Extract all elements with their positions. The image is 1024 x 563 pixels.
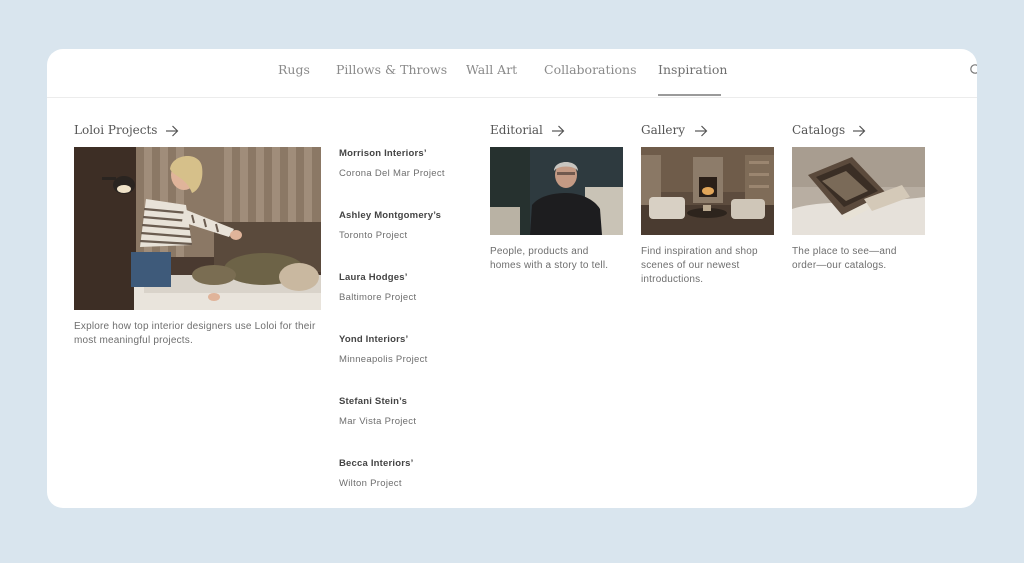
project-designer: Yond Interiors’ [339,334,409,345]
editorial-description: People, products and homes with a story … [490,246,609,271]
nav-item-wall-art[interactable]: Wall Art [466,62,517,77]
editorial-title[interactable]: Editorial [490,123,543,137]
nav-item-pillows-throws[interactable]: Pillows & Throws [336,62,447,77]
gallery-photo[interactable] [641,147,774,235]
active-tab-indicator [658,94,721,96]
loloi-projects-title[interactable]: Loloi Projects [74,123,157,137]
gallery-description: Find inspiration and shop scenes of our … [641,246,758,285]
project-link[interactable]: Baltimore Project [339,292,416,303]
project-designer: Laura Hodges’ [339,272,408,283]
nav-item-collaborations[interactable]: Collaborations [544,62,637,77]
catalogs-description: The place to see—and order—our catalogs. [792,246,897,271]
project-designer: Morrison Interiors’ [339,148,427,159]
project-designer: Becca Interiors’ [339,458,414,469]
catalogs-title[interactable]: Catalogs [792,123,845,137]
nav-item-inspiration[interactable]: Inspiration [658,62,727,77]
loloi-projects-photo[interactable] [74,147,321,310]
catalogs-photo[interactable] [792,147,925,235]
arrow-right-icon[interactable] [852,125,866,137]
arrow-right-icon[interactable] [694,125,708,137]
editorial-photo[interactable] [490,147,623,235]
nav-item-rugs[interactable]: Rugs [278,62,310,77]
project-link[interactable]: Wilton Project [339,478,402,489]
project-designer: Stefani Stein’s [339,396,408,407]
project-link[interactable]: Mar Vista Project [339,416,416,427]
gallery-title[interactable]: Gallery [641,123,685,137]
mega-menu-card: Rugs Pillows & Throws Wall Art Collabora… [47,49,977,508]
project-link[interactable]: Toronto Project [339,230,407,241]
loloi-projects-description: Explore how top interior designers use L… [74,321,316,346]
project-link[interactable]: Minneapolis Project [339,354,428,365]
search-icon[interactable] [969,63,977,77]
project-link[interactable]: Corona Del Mar Project [339,168,445,179]
project-designer: Ashley Montgomery’s [339,210,442,221]
arrow-right-icon[interactable] [551,125,565,137]
arrow-right-icon[interactable] [165,125,179,137]
top-nav: Rugs Pillows & Throws Wall Art Collabora… [47,49,977,98]
